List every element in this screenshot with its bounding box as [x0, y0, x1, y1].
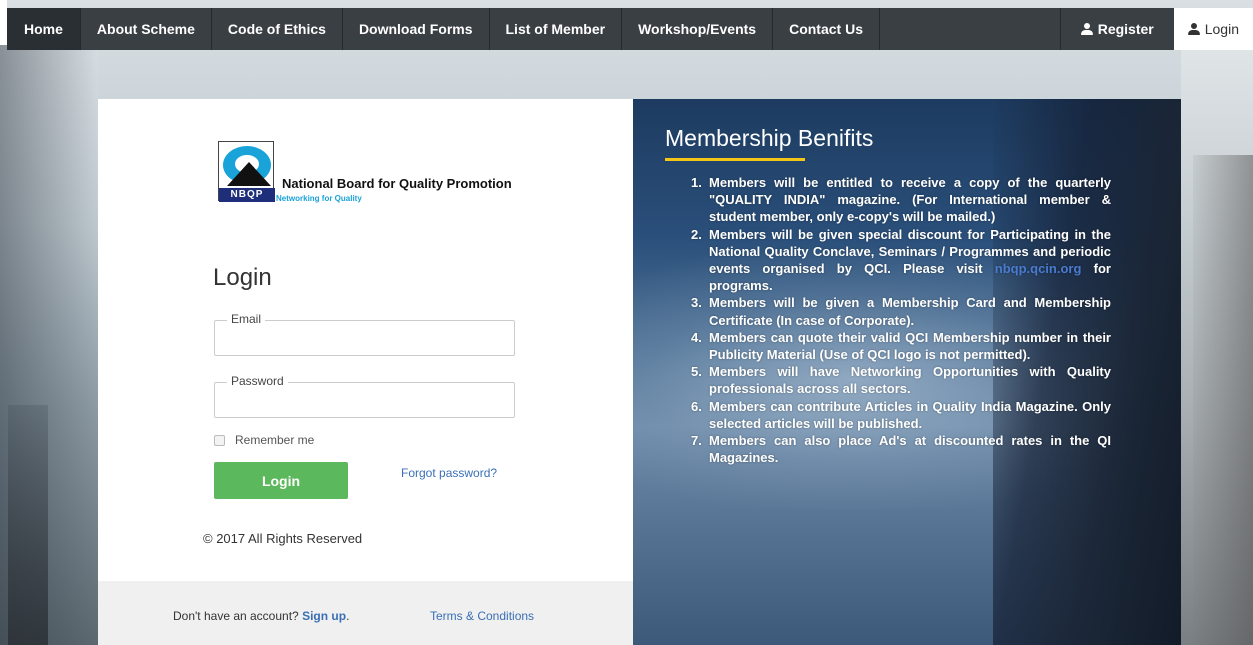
benefit-number: 2.	[691, 226, 702, 242]
forgot-password-link[interactable]: Forgot password?	[401, 466, 497, 480]
password-input[interactable]	[215, 383, 514, 417]
nav-download-forms[interactable]: Download Forms	[343, 8, 490, 50]
background-image-left	[0, 45, 98, 645]
logo-mark: NBQP	[218, 141, 275, 202]
nav-code-of-ethics[interactable]: Code of Ethics	[212, 8, 343, 50]
benefit-item: 2. Members will be given special discoun…	[691, 226, 1111, 295]
nav-spacer	[880, 8, 1061, 50]
nav-home[interactable]: Home	[7, 8, 81, 50]
nav-list-of-member[interactable]: List of Member	[490, 8, 623, 50]
top-navbar: Home About Scheme Code of Ethics Downloa…	[7, 8, 1253, 50]
login-card: NBQP National Board for Quality Promotio…	[98, 99, 633, 645]
benefit-item: 5. Members will have Networking Opportun…	[691, 363, 1111, 397]
benefit-item: 6. Members can contribute Articles in Qu…	[691, 398, 1111, 432]
background-image-right	[1181, 45, 1253, 645]
nav-about-scheme[interactable]: About Scheme	[81, 8, 212, 50]
nav-register[interactable]: Register	[1061, 8, 1174, 50]
remember-me-checkbox[interactable]	[214, 434, 225, 446]
benefits-panel: Membership Benifits 1. Members will be e…	[633, 99, 1181, 645]
signup-suffix: .	[346, 609, 350, 623]
benefit-text: Members will have Networking Opportuniti…	[709, 364, 1111, 397]
password-field-wrapper: Password	[214, 374, 515, 418]
benefit-number: 7.	[691, 433, 702, 449]
signup-prompt-text: Don't have an account?	[173, 609, 299, 623]
email-input[interactable]	[215, 321, 514, 355]
remember-me[interactable]: Remember me	[214, 433, 314, 447]
nav-login-label: Login	[1204, 21, 1239, 37]
benefit-item: 7. Members can also place Ad's at discou…	[691, 432, 1111, 466]
logo-triangle	[227, 162, 271, 186]
login-button[interactable]: Login	[214, 462, 348, 499]
logo-badge: NBQP	[219, 188, 275, 202]
benefit-number: 4.	[691, 329, 702, 345]
nav-login[interactable]: Login	[1173, 8, 1253, 50]
benefit-text: Members can quote their valid QCI Member…	[709, 329, 1111, 363]
benefits-title-underline	[665, 158, 805, 161]
terms-link[interactable]: Terms & Conditions	[430, 609, 534, 623]
benefit-text: Members will be given a Membership Card …	[709, 295, 1111, 328]
nav-contact-us[interactable]: Contact Us	[773, 8, 880, 50]
logo-tagline: Networking for Quality	[276, 194, 362, 203]
benefit-number: 3.	[691, 295, 702, 311]
login-heading: Login	[213, 264, 272, 291]
user-icon	[1080, 23, 1093, 35]
benefit-number: 1.	[691, 175, 702, 190]
benefit-item: 4. Members can quote their valid QCI Mem…	[691, 329, 1111, 363]
email-field-wrapper: Email	[214, 312, 515, 356]
nav-workshop-events[interactable]: Workshop/Events	[622, 8, 774, 50]
benefits-list: 1. Members will be entitled to receive a…	[691, 174, 1111, 466]
benefit-text: Members can contribute Articles in Quali…	[709, 398, 1111, 431]
signup-prompt: Don't have an account? Sign up.	[173, 609, 349, 623]
email-label: Email	[227, 312, 266, 326]
programs-link[interactable]: nbqp.qcin.org	[995, 261, 1082, 276]
benefit-text: Members will be entitled to receive a co…	[709, 175, 1111, 225]
benefit-number: 6.	[691, 398, 702, 414]
logo-title: National Board for Quality Promotion	[282, 176, 512, 191]
nbqp-logo: NBQP National Board for Quality Promotio…	[218, 141, 518, 209]
remember-me-label: Remember me	[235, 433, 315, 447]
card-footer: Don't have an account? Sign up. Terms & …	[98, 581, 633, 645]
benefit-item: 1. Members will be entitled to receive a…	[691, 174, 1111, 226]
copyright-text: © 2017 All Rights Reserved	[203, 531, 363, 546]
benefit-text: Members can also place Ad's at discounte…	[709, 433, 1111, 466]
user-icon	[1187, 23, 1200, 35]
benefit-number: 5.	[691, 364, 702, 380]
signup-link[interactable]: Sign up	[302, 609, 346, 623]
benefits-title: Membership Benifits	[665, 125, 874, 151]
benefit-item: 3. Members will be given a Membership Ca…	[691, 294, 1111, 328]
password-label: Password	[227, 374, 288, 388]
nav-register-label: Register	[1097, 21, 1154, 37]
